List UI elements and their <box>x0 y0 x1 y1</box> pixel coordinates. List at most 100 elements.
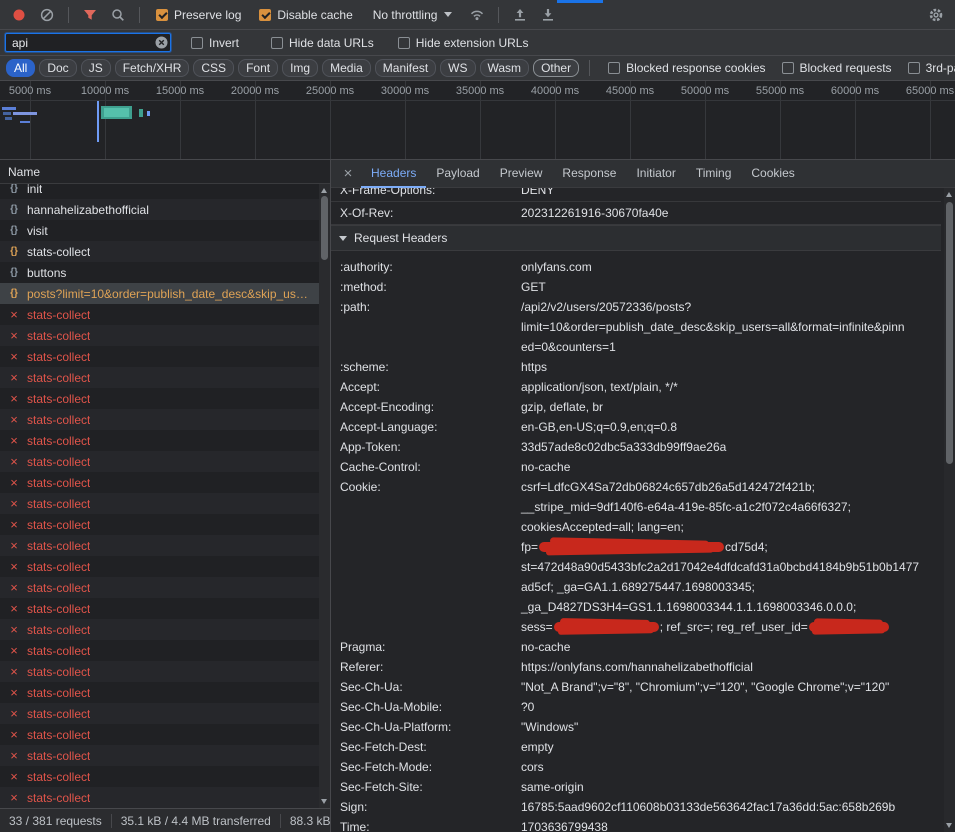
request-row[interactable]: {}hannahelizabethofficial <box>0 199 330 220</box>
request-row[interactable]: ×stats-collect <box>0 472 330 493</box>
scroll-down-icon[interactable] <box>946 823 952 828</box>
header-name: Sign: <box>331 797 521 817</box>
request-list-scrollbar[interactable] <box>319 184 330 808</box>
request-row[interactable]: ×stats-collect <box>0 493 330 514</box>
record-button[interactable] <box>6 3 32 27</box>
tab-payload[interactable]: Payload <box>426 160 489 188</box>
filter-chip-other[interactable]: Other <box>533 59 579 77</box>
timeline-tick-label: 5000 ms <box>9 85 51 97</box>
request-row[interactable]: ×stats-collect <box>0 577 330 598</box>
search-button[interactable] <box>105 3 131 27</box>
filter-chip-img[interactable]: Img <box>282 59 318 77</box>
request-row[interactable]: ×stats-collect <box>0 745 330 766</box>
details-tab-bar: × HeadersPayloadPreviewResponseInitiator… <box>331 160 955 188</box>
filter-chip-media[interactable]: Media <box>322 59 371 77</box>
request-name: hannahelizabethofficial <box>27 203 149 217</box>
filter-chip-all[interactable]: All <box>6 59 35 77</box>
request-row[interactable]: ×stats-collect <box>0 766 330 787</box>
request-row[interactable]: ×stats-collect <box>0 430 330 451</box>
network-overview-timeline[interactable]: 5000 ms10000 ms15000 ms20000 ms25000 ms3… <box>0 81 955 160</box>
filter-input[interactable] <box>5 33 171 52</box>
request-row[interactable]: ×stats-collect <box>0 787 330 808</box>
scroll-up-icon[interactable] <box>946 192 952 197</box>
import-har-button[interactable] <box>507 3 533 27</box>
request-row[interactable]: ×stats-collect <box>0 703 330 724</box>
request-row[interactable]: ×stats-collect <box>0 556 330 577</box>
tab-cookies[interactable]: Cookies <box>741 160 804 188</box>
hide-extension-urls-checkbox[interactable]: Hide extension URLs <box>398 36 529 50</box>
header-value: cors <box>521 757 941 777</box>
close-details-icon[interactable]: × <box>338 165 358 182</box>
name-column-header[interactable]: Name <box>0 160 330 184</box>
request-row[interactable]: ×stats-collect <box>0 661 330 682</box>
filter-chip-ws[interactable]: WS <box>440 59 475 77</box>
request-row[interactable]: ×stats-collect <box>0 514 330 535</box>
scroll-down-icon[interactable] <box>321 799 327 804</box>
filter-chip-fetch-xhr[interactable]: Fetch/XHR <box>115 59 190 77</box>
header-value-line: st=472d48a90d5433bfc2a2d17042e4dfdcafd31… <box>521 557 941 577</box>
details-scrollbar[interactable] <box>944 188 955 832</box>
request-row[interactable]: ×stats-collect <box>0 388 330 409</box>
toolbar-separator <box>68 7 69 23</box>
request-row[interactable]: {}init <box>0 184 330 199</box>
request-row[interactable]: ×stats-collect <box>0 535 330 556</box>
filter-checkbox-3rd-party-requests[interactable]: 3rd-party requests <box>908 61 955 75</box>
request-rows: {}init{}hannahelizabethofficial{}visit{}… <box>0 184 330 808</box>
hide-data-urls-checkbox[interactable]: Hide data URLs <box>271 36 374 50</box>
settings-button[interactable] <box>923 3 949 27</box>
request-name: stats-collect <box>27 770 90 784</box>
request-row[interactable]: ×stats-collect <box>0 640 330 661</box>
scrollbar-thumb[interactable] <box>321 196 328 260</box>
request-row[interactable]: ×stats-collect <box>0 682 330 703</box>
request-row[interactable]: ×stats-collect <box>0 346 330 367</box>
request-row[interactable]: {}posts?limit=10&order=publish_date_desc… <box>0 283 330 304</box>
header-value-text: ; ref_src=; reg_ref_user_id= <box>660 620 808 634</box>
request-row[interactable]: ×stats-collect <box>0 325 330 346</box>
tab-initiator[interactable]: Initiator <box>626 160 685 188</box>
filter-chip-wasm[interactable]: Wasm <box>480 59 530 77</box>
request-row[interactable]: {}buttons <box>0 262 330 283</box>
filter-checkbox-blocked-requests[interactable]: Blocked requests <box>782 61 892 75</box>
request-headers-section[interactable]: Request Headers <box>331 225 941 251</box>
clear-filter-icon[interactable] <box>155 36 168 49</box>
tab-preview[interactable]: Preview <box>490 160 553 188</box>
scrollbar-thumb[interactable] <box>946 202 953 464</box>
tab-timing[interactable]: Timing <box>686 160 742 188</box>
header-row: Accept:application/json, text/plain, */* <box>331 377 941 397</box>
clear-button[interactable] <box>34 3 60 27</box>
tab-headers[interactable]: Headers <box>361 160 426 188</box>
header-row: Accept-Language:en-GB,en-US;q=0.9,en;q=0… <box>331 417 941 437</box>
filter-chip-manifest[interactable]: Manifest <box>375 59 436 77</box>
request-name: stats-collect <box>27 707 90 721</box>
request-row[interactable]: ×stats-collect <box>0 724 330 745</box>
preserve-log-checkbox[interactable]: Preserve log <box>156 8 241 22</box>
scroll-up-icon[interactable] <box>321 188 327 193</box>
disable-cache-label: Disable cache <box>277 8 352 22</box>
header-value: "Windows" <box>521 717 941 737</box>
hide-extension-urls-label: Hide extension URLs <box>416 36 529 50</box>
request-row[interactable]: ×stats-collect <box>0 367 330 388</box>
filter-chip-css[interactable]: CSS <box>193 59 234 77</box>
tab-response[interactable]: Response <box>552 160 626 188</box>
request-row[interactable]: ×stats-collect <box>0 304 330 325</box>
filter-chip-js[interactable]: JS <box>81 59 111 77</box>
filter-checkbox-blocked-response-cookies[interactable]: Blocked response cookies <box>608 61 765 75</box>
filter-chip-doc[interactable]: Doc <box>39 59 76 77</box>
request-row[interactable]: ×stats-collect <box>0 598 330 619</box>
timeline-tick-label: 25000 ms <box>306 85 354 97</box>
search-icon <box>110 7 126 23</box>
request-row[interactable]: ×stats-collect <box>0 619 330 640</box>
invert-checkbox[interactable]: Invert <box>191 36 239 50</box>
header-value: https <box>521 357 941 377</box>
network-conditions-button[interactable] <box>464 3 490 27</box>
filter-toggle-button[interactable] <box>77 3 103 27</box>
request-row[interactable]: {}visit <box>0 220 330 241</box>
request-row[interactable]: ×stats-collect <box>0 409 330 430</box>
export-har-button[interactable] <box>535 3 561 27</box>
request-row[interactable]: {}stats-collect <box>0 241 330 262</box>
disable-cache-checkbox[interactable]: Disable cache <box>259 8 352 22</box>
request-row[interactable]: ×stats-collect <box>0 451 330 472</box>
filter-chip-font[interactable]: Font <box>238 59 278 77</box>
throttling-select[interactable]: No throttling <box>373 8 453 22</box>
header-value: GET <box>521 277 941 297</box>
